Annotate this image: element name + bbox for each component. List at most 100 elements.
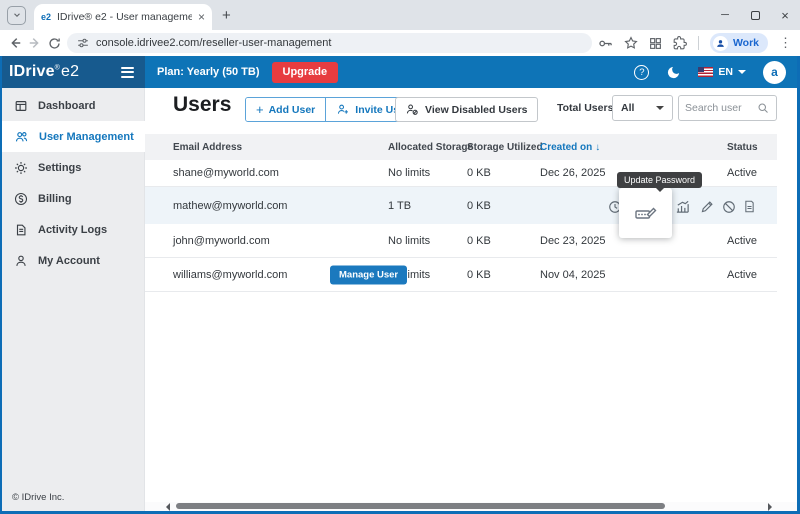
document-icon — [14, 223, 28, 237]
table-row[interactable]: williams@myworld.com Manage User No limi… — [145, 258, 777, 292]
filter-value: All — [621, 102, 634, 114]
account-avatar[interactable]: a — [763, 61, 786, 84]
search-box — [678, 95, 777, 121]
disable-icon[interactable] — [722, 200, 736, 214]
scroll-left-arrow[interactable] — [166, 503, 170, 511]
idrive-e2-logo: IDrive®e2 — [9, 63, 79, 81]
extension-grid-icon[interactable] — [649, 37, 662, 50]
logs-icon[interactable] — [743, 199, 756, 214]
profile-chip[interactable]: Work — [710, 33, 768, 53]
storage-utilized: 0 KB — [467, 167, 540, 179]
browser-window: e2 IDrive® e2 - User management × + ─ × … — [0, 0, 800, 514]
status-badge: Active — [727, 167, 777, 179]
tab-strip: e2 IDrive® e2 - User management × + ─ × — [0, 0, 800, 30]
bookmark-star-icon[interactable] — [624, 36, 638, 50]
scroll-right-arrow[interactable] — [768, 503, 772, 511]
sidebar-label: Settings — [38, 162, 81, 174]
add-user-label: Add User — [269, 104, 316, 116]
sidebar-label: User Management — [39, 131, 134, 143]
maximize-button[interactable] — [740, 0, 770, 30]
person-disabled-icon — [405, 103, 419, 116]
reload-button[interactable] — [48, 37, 61, 50]
sort-desc-icon: ↓ — [595, 142, 600, 153]
window-controls: ─ × — [710, 0, 800, 30]
tab-title: IDrive® e2 - User management — [57, 11, 192, 23]
update-password-tooltip: Update Password — [617, 172, 702, 188]
storage-utilized: 0 KB — [467, 200, 540, 212]
dashboard-icon — [14, 99, 28, 113]
user-email: shane@myworld.com — [173, 167, 388, 179]
scrollbar-thumb[interactable] — [176, 503, 665, 509]
forward-icon — [28, 36, 42, 50]
view-disabled-users-button[interactable]: View Disabled Users — [395, 97, 538, 122]
tab-close-icon[interactable]: × — [198, 11, 205, 23]
upgrade-button[interactable]: Upgrade — [272, 62, 339, 83]
browser-toolbar: console.idrivee2.com/reseller-user-manag… — [0, 30, 800, 56]
hamburger-menu-icon[interactable] — [121, 67, 134, 78]
dark-mode-moon-icon[interactable] — [666, 65, 681, 80]
col-created-sort[interactable]: Created on↓ — [540, 142, 727, 153]
extensions-puzzle-icon[interactable] — [673, 36, 687, 50]
dollar-circle-icon — [14, 192, 28, 206]
sidebar-item-activity-logs[interactable]: Activity Logs — [0, 214, 145, 245]
tab-search-button[interactable] — [7, 6, 26, 25]
person-plus-icon — [336, 103, 350, 116]
col-allocated[interactable]: Allocated Storage — [388, 142, 467, 153]
sidebar-label: Activity Logs — [38, 224, 107, 236]
col-status[interactable]: Status — [727, 142, 777, 153]
table-header-row: Email Address Allocated Storage Storage … — [145, 134, 777, 160]
user-email: john@myworld.com — [173, 235, 388, 247]
user-filter-dropdown[interactable]: All — [612, 95, 673, 121]
sidebar-item-dashboard[interactable]: Dashboard — [0, 90, 145, 121]
sidebar-label: Dashboard — [38, 100, 95, 112]
usage-stats-icon[interactable] — [675, 199, 690, 214]
chevron-down-icon — [738, 70, 746, 78]
add-user-button[interactable]: + Add User — [246, 98, 325, 121]
new-tab-button[interactable]: + — [222, 7, 231, 24]
chevron-down-icon — [656, 106, 664, 114]
window-edge-left — [0, 56, 2, 514]
sidebar-item-user-management[interactable]: User Management — [0, 121, 145, 152]
site-info-icon[interactable] — [77, 37, 89, 49]
language-selector[interactable]: EN — [698, 66, 746, 78]
password-manager-icon[interactable] — [598, 36, 613, 51]
language-code: EN — [718, 66, 733, 78]
col-email[interactable]: Email Address — [173, 142, 388, 153]
url-text: console.idrivee2.com/reseller-user-manag… — [96, 37, 331, 49]
browser-tab[interactable]: e2 IDrive® e2 - User management × — [34, 4, 212, 30]
plan-label: Plan: Yearly (50 TB) — [157, 66, 260, 78]
back-button[interactable] — [8, 36, 22, 50]
col-utilized[interactable]: Storage Utilized — [467, 142, 540, 153]
table-row[interactable]: john@myworld.com No limits 0 KB Dec 23, … — [145, 224, 777, 258]
close-button[interactable]: × — [770, 0, 800, 30]
chevron-down-icon — [12, 10, 22, 20]
allocated-storage: No limits — [388, 235, 467, 247]
manage-user-button[interactable]: Manage User — [330, 265, 407, 284]
sidebar-item-my-account[interactable]: My Account — [0, 245, 145, 276]
toolbar-right: Work ⋮ — [598, 33, 792, 53]
help-icon[interactable]: ? — [634, 65, 649, 80]
sidebar-item-billing[interactable]: Billing — [0, 183, 145, 214]
sidebar: Dashboard User Management Settings Billi… — [0, 88, 145, 511]
address-bar[interactable]: console.idrivee2.com/reseller-user-manag… — [67, 33, 592, 53]
status-badge: Active — [727, 269, 777, 281]
logo-block: IDrive®e2 — [0, 56, 145, 88]
edit-icon[interactable] — [700, 200, 714, 214]
sidebar-label: My Account — [38, 255, 100, 267]
view-disabled-label: View Disabled Users — [425, 104, 528, 116]
favicon: e2 — [41, 12, 51, 22]
gear-icon — [14, 161, 28, 175]
sidebar-label: Billing — [38, 193, 72, 205]
search-icon[interactable] — [757, 102, 769, 114]
search-input[interactable] — [685, 102, 753, 114]
update-password-icon[interactable] — [635, 204, 657, 222]
page-title: Users — [173, 93, 231, 117]
sidebar-item-settings[interactable]: Settings — [0, 152, 145, 183]
app-header-right: ? EN a — [634, 61, 800, 84]
forward-button[interactable] — [28, 36, 42, 50]
horizontal-scrollbar[interactable] — [145, 502, 797, 511]
minimize-button[interactable]: ─ — [710, 0, 740, 30]
update-password-card[interactable] — [619, 188, 672, 238]
browser-menu-icon[interactable]: ⋮ — [779, 35, 792, 51]
profile-name: Work — [733, 37, 759, 49]
